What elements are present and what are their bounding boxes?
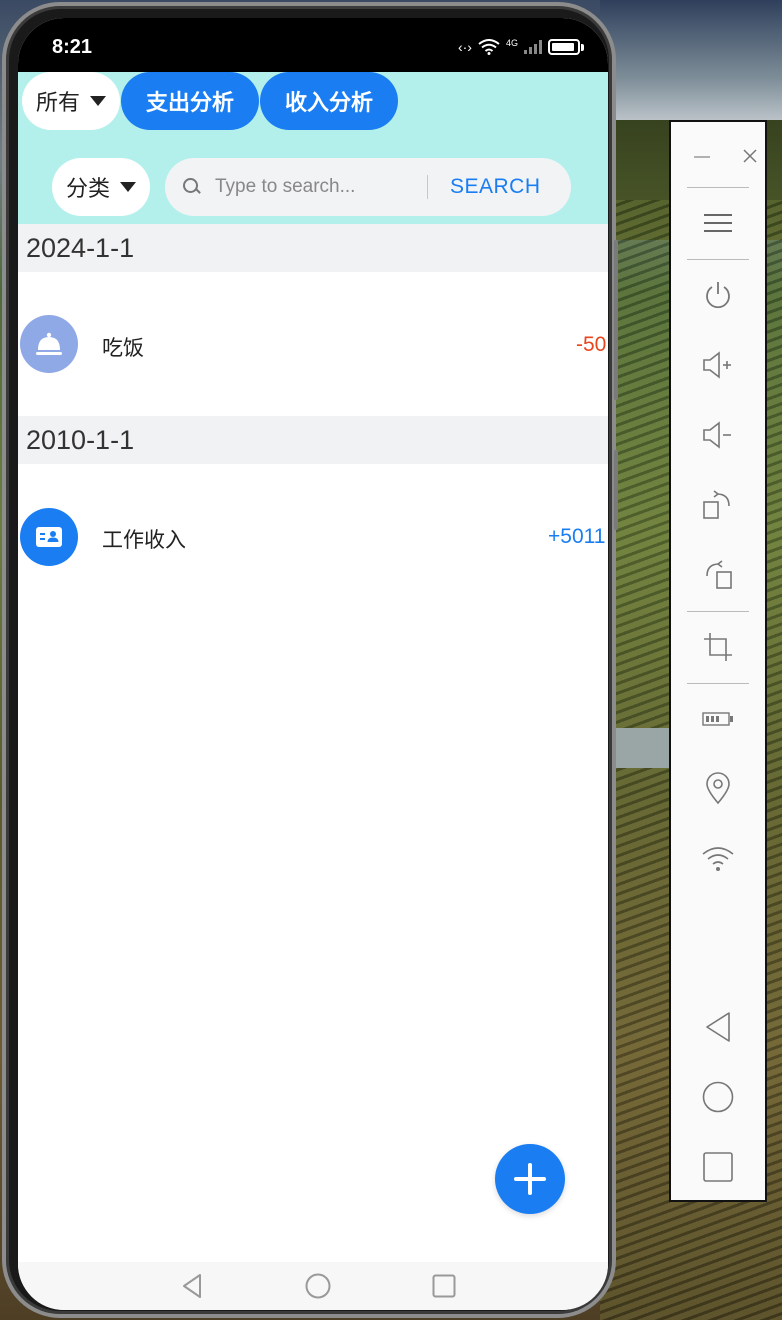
expense-analysis-label: 支出分析	[145, 91, 234, 116]
plus-icon	[514, 1163, 546, 1195]
emulator-toolbar	[669, 120, 767, 1202]
search-divider	[427, 175, 428, 199]
volume-up-icon[interactable]	[671, 340, 765, 390]
network-type-label: 4G	[505, 38, 518, 48]
toolbar-divider	[687, 187, 749, 188]
header-bar: 所有 支出分析 收入分析 分类 SEARCH	[18, 72, 608, 224]
entry-amount: +5011	[548, 525, 606, 548]
add-entry-button[interactable]	[495, 1144, 565, 1214]
wifi-icon[interactable]	[671, 834, 765, 884]
phone-frame: 8:21 ‹·› 4G 所有 支出分析 收入分析 分类 Type to sear…	[2, 2, 616, 1318]
income-analysis-label: 收入分析	[284, 91, 373, 116]
home-icon[interactable]	[671, 1072, 765, 1122]
cloche-icon	[20, 315, 78, 373]
back-icon[interactable]	[671, 1002, 765, 1052]
phone-side-button	[614, 240, 618, 400]
wifi-status-icon	[478, 39, 500, 55]
battery-status-icon	[548, 39, 580, 55]
caret-down-icon	[90, 96, 106, 106]
phone-side-button	[614, 450, 618, 530]
status-time: 8:21	[52, 36, 93, 58]
signal-icon	[524, 40, 542, 54]
nav-home-icon[interactable]	[304, 1272, 332, 1300]
toolbar-divider	[687, 611, 749, 612]
power-icon[interactable]	[671, 270, 765, 320]
category-label: 分类	[65, 177, 110, 202]
filter-all-dropdown[interactable]: 所有	[22, 72, 120, 130]
rotate-right-icon[interactable]	[671, 480, 765, 530]
date-header: 2024-1-1	[18, 224, 608, 272]
caret-down-icon	[120, 182, 136, 192]
list-item[interactable]: 吃饭 -50	[18, 272, 608, 416]
toolbar-window-controls	[671, 132, 765, 182]
volume-down-icon[interactable]	[671, 410, 765, 460]
rotate-left-icon[interactable]	[671, 550, 765, 600]
entry-amount: -50	[576, 333, 607, 356]
entry-label: 工作收入	[102, 528, 186, 552]
date-header: 2010-1-1	[18, 416, 608, 464]
nav-back-icon[interactable]	[178, 1272, 206, 1300]
search-button[interactable]: SEARCH	[450, 175, 541, 199]
data-transfer-icon: ‹·›	[457, 39, 472, 55]
category-dropdown[interactable]: 分类	[52, 158, 150, 216]
menu-icon[interactable]	[671, 198, 765, 248]
background-sky	[600, 0, 782, 130]
search-bar: SEARCH	[165, 158, 571, 216]
system-nav-bar	[18, 1262, 608, 1310]
location-icon[interactable]	[671, 764, 765, 814]
entry-label: 吃饭	[102, 336, 144, 360]
battery-icon[interactable]	[671, 694, 765, 744]
close-icon	[743, 149, 757, 163]
search-input[interactable]	[215, 176, 425, 198]
background-water	[612, 728, 672, 768]
status-icons: ‹·› 4G	[458, 38, 584, 56]
nav-recents-icon[interactable]	[430, 1272, 458, 1300]
battery-tip	[581, 43, 584, 51]
status-bar: 8:21 ‹·› 4G	[18, 18, 608, 72]
filter-all-label: 所有	[35, 91, 80, 116]
crop-icon[interactable]	[671, 622, 765, 672]
toolbar-divider	[687, 683, 749, 684]
toolbar-divider	[687, 259, 749, 260]
expense-analysis-button[interactable]: 支出分析	[121, 72, 259, 130]
search-icon	[183, 178, 201, 196]
recents-icon[interactable]	[671, 1142, 765, 1192]
id-card-icon	[20, 508, 78, 566]
income-analysis-button[interactable]: 收入分析	[260, 72, 398, 130]
phone-screen: 8:21 ‹·› 4G 所有 支出分析 收入分析 分类 Type to sear…	[18, 18, 608, 1310]
list-item[interactable]: 工作收入 +5011	[18, 464, 608, 608]
